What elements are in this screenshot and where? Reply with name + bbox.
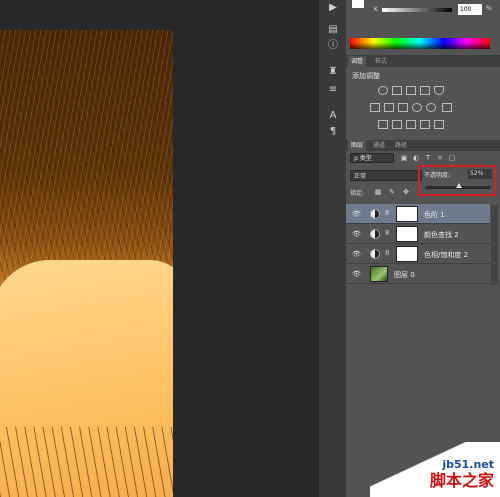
adjustments-tabbar: 调整 样式 <box>346 56 500 67</box>
vibrance-icon[interactable] <box>434 86 444 95</box>
character-icon[interactable]: A <box>327 110 339 122</box>
adjustments-title: 添加调整 <box>352 72 380 80</box>
layer-name: 色阶 1 <box>424 211 445 219</box>
histogram-icon[interactable]: ▤ <box>327 24 339 36</box>
eye-icon[interactable]: 👁 <box>352 270 361 278</box>
gradient-map-icon[interactable] <box>420 120 430 129</box>
shape-filter-icon[interactable]: ⌗ <box>436 154 444 162</box>
layer-row-hue-saturation[interactable]: 👁 8 色相/饱和度 2 <box>346 244 490 264</box>
pixel-filter-icon[interactable]: ▣ <box>400 154 408 162</box>
layer-row-levels[interactable]: 👁 8 色阶 1 <box>346 204 490 224</box>
foreground-grass <box>0 427 173 497</box>
type-filter-icon[interactable]: T <box>424 154 432 162</box>
invert-icon[interactable] <box>378 120 388 129</box>
layer-row-layer-0[interactable]: 👁 图层 0 <box>346 264 490 284</box>
k-value-field[interactable]: 100 <box>458 4 482 15</box>
tab-styles[interactable]: 样式 <box>372 56 390 67</box>
opacity-slider-thumb[interactable] <box>456 183 463 188</box>
channel-mixer-icon[interactable] <box>426 103 436 112</box>
color-panel: K 100 % <box>346 0 500 56</box>
layer-mask-thumbnail[interactable] <box>396 246 418 262</box>
adjustment-thumbnail-icon <box>370 249 380 259</box>
chain-link-icon[interactable]: 8 <box>385 209 389 217</box>
clone-source-icon[interactable]: ♜ <box>327 66 339 78</box>
tab-paths[interactable]: 路径 <box>392 140 410 151</box>
curves-icon[interactable] <box>406 86 416 95</box>
lock-label: 锁定: <box>350 190 365 197</box>
properties-icon[interactable]: ≡ <box>327 84 339 96</box>
tab-channels[interactable]: 通道 <box>370 140 388 151</box>
color-balance-icon[interactable] <box>384 103 394 112</box>
exposure-icon[interactable] <box>420 86 430 95</box>
layer-filter-select[interactable]: ρ 类型 <box>350 153 394 163</box>
opacity-label: 不透明度: <box>424 172 451 179</box>
layer-mask-thumbnail[interactable] <box>396 226 418 242</box>
layer-mask-thumbnail[interactable] <box>396 206 418 222</box>
watermark-name: 脚本之家 <box>429 471 494 490</box>
smart-object-filter-icon[interactable]: ▢ <box>448 154 456 162</box>
tab-adjustments[interactable]: 调整 <box>348 56 367 67</box>
adjustment-thumbnail-icon <box>370 229 380 239</box>
chain-link-icon[interactable]: 8 <box>385 229 389 237</box>
tab-layers[interactable]: 图层 <box>348 140 367 151</box>
image-thumbnail <box>370 266 388 282</box>
lock-position-icon[interactable]: ✥ <box>402 188 410 196</box>
eye-icon[interactable]: 👁 <box>352 250 361 258</box>
brightness-contrast-icon[interactable] <box>378 86 388 95</box>
layer-name: 色相/饱和度 2 <box>424 251 469 259</box>
opacity-field[interactable]: 52% <box>468 169 492 179</box>
layers-scrollbar[interactable] <box>491 205 498 285</box>
info-icon[interactable]: ⓘ <box>327 40 339 52</box>
color-spectrum[interactable] <box>350 38 490 49</box>
photo-filter-icon[interactable] <box>412 103 422 112</box>
right-panel: K 100 % 调整 样式 添加调整 图层 通道 路径 ρ 类型 ▣ ◐ T ⌗… <box>346 0 500 497</box>
lock-image-icon[interactable]: ✎ <box>388 188 396 196</box>
k-unit: % <box>486 5 492 12</box>
foreground-swatch[interactable] <box>352 0 364 8</box>
adjustment-thumbnail-icon <box>370 209 380 219</box>
paragraph-icon[interactable]: ¶ <box>327 126 339 138</box>
lock-pixels-icon[interactable]: ▦ <box>374 188 382 196</box>
layer-name: 颜色查找 2 <box>424 231 459 239</box>
layer-row-color-lookup[interactable]: 👁 8 颜色查找 2 <box>346 224 490 244</box>
grass-texture <box>0 30 173 287</box>
layers-tabbar: 图层 通道 路径 <box>346 140 500 151</box>
k-slider[interactable] <box>382 8 452 12</box>
selective-color-icon[interactable] <box>434 120 444 129</box>
adjustment-filter-icon[interactable]: ◐ <box>412 154 420 162</box>
layer-name: 图层 0 <box>394 271 415 279</box>
chain-link-icon[interactable]: 8 <box>385 249 389 257</box>
tool-strip: ▶ ▤ ⓘ ♜ ≡ A ¶ <box>318 0 347 497</box>
threshold-icon[interactable] <box>406 120 416 129</box>
levels-icon[interactable] <box>392 86 402 95</box>
photo-image <box>0 30 173 497</box>
color-lookup-icon[interactable] <box>442 103 452 112</box>
black-white-icon[interactable] <box>398 103 408 112</box>
blend-mode-select[interactable]: 正常 <box>350 170 422 181</box>
hue-saturation-icon[interactable] <box>370 103 380 112</box>
opacity-highlight: 不透明度: 52% <box>418 165 496 196</box>
eye-icon[interactable]: 👁 <box>352 230 361 238</box>
eye-icon[interactable]: 👁 <box>352 210 361 218</box>
watermark: jb51.net 脚本之家 <box>370 442 500 497</box>
k-label: K <box>374 6 378 13</box>
posterize-icon[interactable] <box>392 120 402 129</box>
document-canvas[interactable] <box>0 0 318 497</box>
play-icon[interactable]: ▶ <box>327 2 339 14</box>
